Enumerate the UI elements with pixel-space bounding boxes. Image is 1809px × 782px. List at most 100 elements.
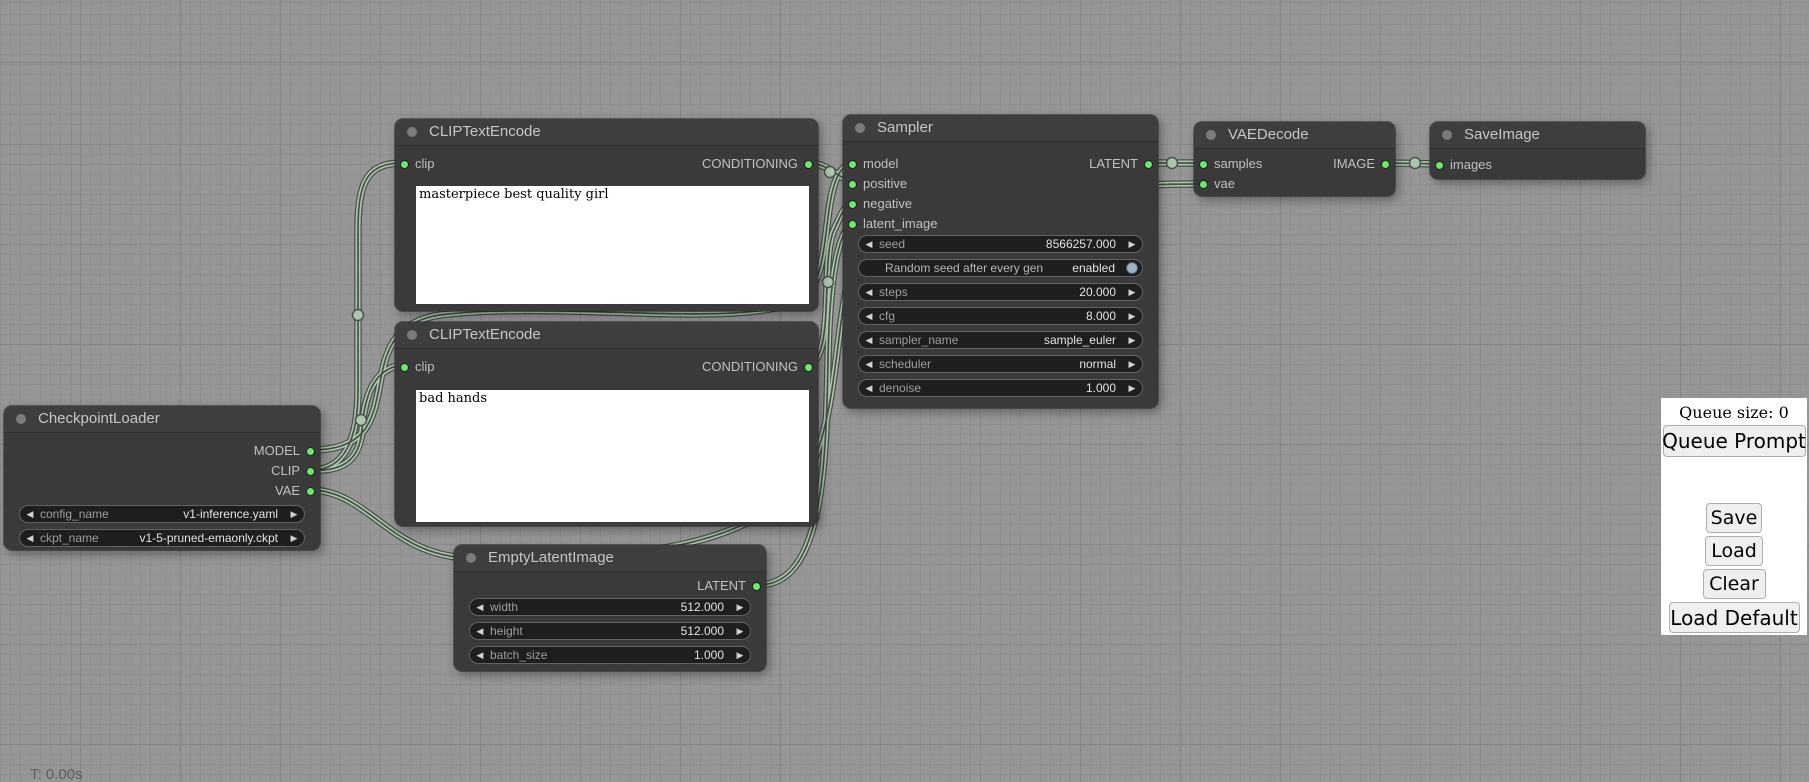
widget-cfg[interactable]: ◀ cfg 8.000 ▶ xyxy=(858,307,1143,325)
increment-arrow-icon[interactable]: ▶ xyxy=(1122,380,1142,396)
node-collapse-dot-icon[interactable] xyxy=(1206,130,1216,140)
node-collapse-dot-icon[interactable] xyxy=(466,553,476,563)
node-collapse-dot-icon[interactable] xyxy=(407,127,417,137)
node-clip-text-encode-positive[interactable]: CLIPTextEncode clip CONDITIONING masterp… xyxy=(395,119,818,311)
widget-sampler-name[interactable]: ◀ sampler_name sample_euler ▶ xyxy=(858,331,1143,349)
decrement-arrow-icon[interactable]: ◀ xyxy=(859,284,879,300)
node-title: VAEDecode xyxy=(1228,126,1309,143)
load-button[interactable]: Load xyxy=(1705,536,1763,566)
slot-row-clip-conditioning: clip CONDITIONING xyxy=(395,357,818,377)
decrement-arrow-icon[interactable]: ◀ xyxy=(20,506,40,522)
output-slot-dot[interactable] xyxy=(306,447,315,456)
input-slot-dot[interactable] xyxy=(848,200,857,209)
input-slot-dot[interactable] xyxy=(848,180,857,189)
widget-scheduler[interactable]: ◀ scheduler normal ▶ xyxy=(858,355,1143,373)
increment-arrow-icon[interactable]: ▶ xyxy=(284,530,304,546)
queue-size-label: Queue size: 0 xyxy=(1679,403,1789,422)
increment-arrow-icon[interactable]: ▶ xyxy=(1122,332,1142,348)
decrement-arrow-icon[interactable]: ◀ xyxy=(859,380,879,396)
output-slot-latent: LATENT xyxy=(454,576,766,596)
increment-arrow-icon[interactable]: ▶ xyxy=(1122,236,1142,252)
decrement-arrow-icon[interactable]: ◀ xyxy=(470,647,490,663)
decrement-arrow-icon[interactable]: ◀ xyxy=(859,332,879,348)
widget-denoise[interactable]: ◀ denoise 1.000 ▶ xyxy=(858,379,1143,397)
input-slot-dot[interactable] xyxy=(1435,161,1444,170)
node-vae-decode[interactable]: VAEDecode samples IMAGE vae xyxy=(1194,122,1395,196)
decrement-arrow-icon[interactable]: ◀ xyxy=(859,308,879,324)
prompt-textarea[interactable]: masterpiece best quality girl xyxy=(416,186,809,304)
output-slot-dot[interactable] xyxy=(1381,160,1390,169)
node-collapse-dot-icon[interactable] xyxy=(407,330,417,340)
node-title-bar[interactable]: VAEDecode xyxy=(1194,122,1395,149)
node-title-bar[interactable]: EmptyLatentImage xyxy=(454,545,766,572)
increment-arrow-icon[interactable]: ▶ xyxy=(730,623,750,639)
widget-width[interactable]: ◀ width 512.000 ▶ xyxy=(469,598,751,616)
slot-row-samples-image: samples IMAGE xyxy=(1194,154,1395,174)
output-slot-dot[interactable] xyxy=(804,363,813,372)
node-checkpoint-loader[interactable]: CheckpointLoader MODEL CLIP VAE ◀ config… xyxy=(4,406,320,550)
widget-ckpt-name[interactable]: ◀ ckpt_name v1-5-pruned-emaonly.ckpt ▶ xyxy=(19,529,305,547)
output-slot-dot[interactable] xyxy=(306,467,315,476)
prompt-textarea[interactable]: bad hands xyxy=(416,390,809,522)
increment-arrow-icon[interactable]: ▶ xyxy=(284,506,304,522)
increment-arrow-icon[interactable]: ▶ xyxy=(1122,356,1142,372)
node-title: Sampler xyxy=(877,119,933,136)
node-save-image[interactable]: SaveImage images xyxy=(1430,122,1645,179)
load-default-button[interactable]: Load Default xyxy=(1669,602,1800,633)
node-title: CLIPTextEncode xyxy=(429,123,541,140)
slot-row-model-latent: model LATENT xyxy=(843,154,1158,174)
decrement-arrow-icon[interactable]: ◀ xyxy=(470,623,490,639)
input-slot-dot[interactable] xyxy=(848,220,857,229)
input-slot-dot[interactable] xyxy=(848,160,857,169)
output-slot-model: MODEL xyxy=(4,441,320,461)
input-slot-dot[interactable] xyxy=(1199,160,1208,169)
widget-random-seed-toggle[interactable]: Random seed after every gen enabled xyxy=(858,259,1143,277)
graph-canvas[interactable]: CheckpointLoader MODEL CLIP VAE ◀ config… xyxy=(0,0,1809,782)
node-collapse-dot-icon[interactable] xyxy=(855,123,865,133)
widget-height[interactable]: ◀ height 512.000 ▶ xyxy=(469,622,751,640)
queue-panel: Queue size: 0 Queue Prompt Save Load Cle… xyxy=(1661,398,1807,635)
input-slot-latent-image: latent_image xyxy=(843,214,1158,234)
widget-batch-size[interactable]: ◀ batch_size 1.000 ▶ xyxy=(469,646,751,664)
increment-arrow-icon[interactable]: ▶ xyxy=(1122,308,1142,324)
output-slot-vae: VAE xyxy=(4,481,320,501)
input-slot-dot[interactable] xyxy=(400,363,409,372)
node-title-bar[interactable]: Sampler xyxy=(843,115,1158,142)
node-title-bar[interactable]: CLIPTextEncode xyxy=(395,322,818,349)
node-title-bar[interactable]: CLIPTextEncode xyxy=(395,119,818,146)
node-sampler[interactable]: Sampler model LATENT positive negative l… xyxy=(843,115,1158,408)
node-title: CheckpointLoader xyxy=(38,410,160,427)
widget-seed[interactable]: ◀ seed 8566257.000 ▶ xyxy=(858,235,1143,253)
increment-arrow-icon[interactable]: ▶ xyxy=(730,599,750,615)
output-slot-dot[interactable] xyxy=(804,160,813,169)
node-clip-text-encode-negative[interactable]: CLIPTextEncode clip CONDITIONING bad han… xyxy=(395,322,818,526)
decrement-arrow-icon[interactable]: ◀ xyxy=(859,356,879,372)
queue-prompt-button[interactable]: Queue Prompt xyxy=(1663,425,1806,457)
node-title-bar[interactable]: CheckpointLoader xyxy=(4,406,320,433)
output-slot-dot[interactable] xyxy=(752,582,761,591)
increment-arrow-icon[interactable]: ▶ xyxy=(730,647,750,663)
clear-button[interactable]: Clear xyxy=(1703,569,1766,599)
save-button[interactable]: Save xyxy=(1706,503,1762,533)
node-title: CLIPTextEncode xyxy=(429,326,541,343)
widget-steps[interactable]: ◀ steps 20.000 ▶ xyxy=(858,283,1143,301)
input-slot-dot[interactable] xyxy=(400,160,409,169)
input-slot-dot[interactable] xyxy=(1199,180,1208,189)
output-slot-clip: CLIP xyxy=(4,461,320,481)
increment-arrow-icon[interactable]: ▶ xyxy=(1122,284,1142,300)
input-slot-vae: vae xyxy=(1194,174,1395,194)
output-slot-dot[interactable] xyxy=(306,487,315,496)
node-collapse-dot-icon[interactable] xyxy=(1442,130,1452,140)
input-slot-positive: positive xyxy=(843,174,1158,194)
input-slot-negative: negative xyxy=(843,194,1158,214)
widget-config-name[interactable]: ◀ config_name v1-inference.yaml ▶ xyxy=(19,505,305,523)
decrement-arrow-icon[interactable]: ◀ xyxy=(859,236,879,252)
node-title-bar[interactable]: SaveImage xyxy=(1430,122,1645,149)
decrement-arrow-icon[interactable]: ◀ xyxy=(470,599,490,615)
node-collapse-dot-icon[interactable] xyxy=(16,414,26,424)
node-empty-latent-image[interactable]: EmptyLatentImage LATENT ◀ width 512.000 … xyxy=(454,545,766,671)
node-title: SaveImage xyxy=(1464,126,1540,143)
output-slot-dot[interactable] xyxy=(1144,160,1153,169)
toggle-knob-icon[interactable] xyxy=(1126,262,1138,274)
decrement-arrow-icon[interactable]: ◀ xyxy=(20,530,40,546)
